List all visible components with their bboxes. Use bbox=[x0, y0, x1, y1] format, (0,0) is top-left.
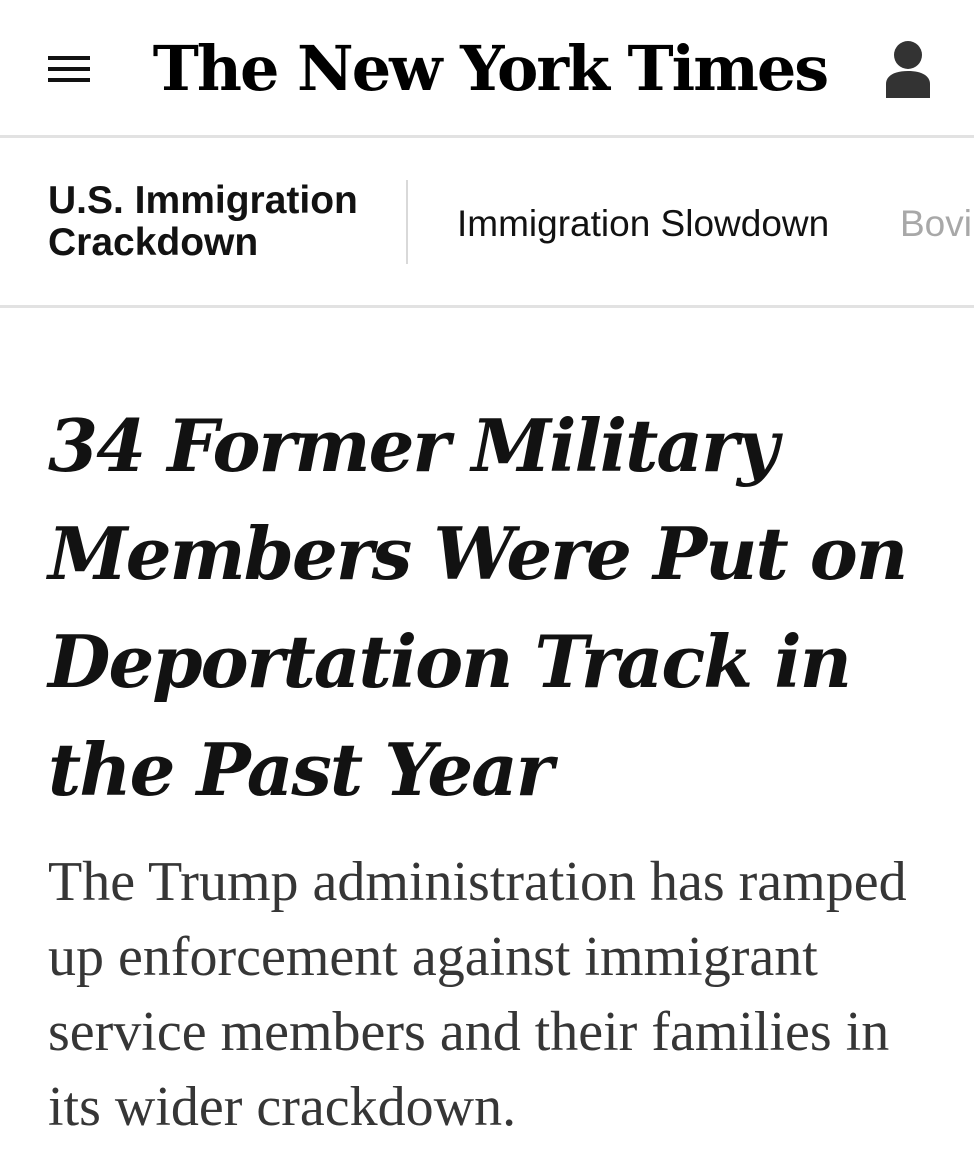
user-account-icon[interactable] bbox=[880, 38, 936, 100]
hamburger-menu-icon[interactable] bbox=[46, 52, 92, 86]
masthead: The New York Times bbox=[0, 0, 974, 138]
menu-icon-bar bbox=[48, 56, 90, 60]
section-title[interactable]: U.S. Immigration Crackdown bbox=[48, 180, 388, 264]
nav-link-immigration-slowdown[interactable]: Immigration Slowdown bbox=[457, 202, 829, 246]
article-headline: 34 Former Military Members Were Put on D… bbox=[48, 403, 908, 812]
menu-icon-bar bbox=[48, 78, 90, 82]
article-summary: The Trump administration has ramped up e… bbox=[48, 851, 907, 1138]
nav-divider bbox=[406, 180, 408, 264]
nyt-logo[interactable]: The New York Times bbox=[153, 20, 829, 116]
nav-link-truncated[interactable]: Bovi bbox=[900, 202, 972, 246]
section-nav: U.S. Immigration Crackdown Immigration S… bbox=[0, 138, 974, 308]
user-icon-graphic bbox=[886, 41, 930, 98]
menu-icon-bar bbox=[48, 67, 90, 71]
